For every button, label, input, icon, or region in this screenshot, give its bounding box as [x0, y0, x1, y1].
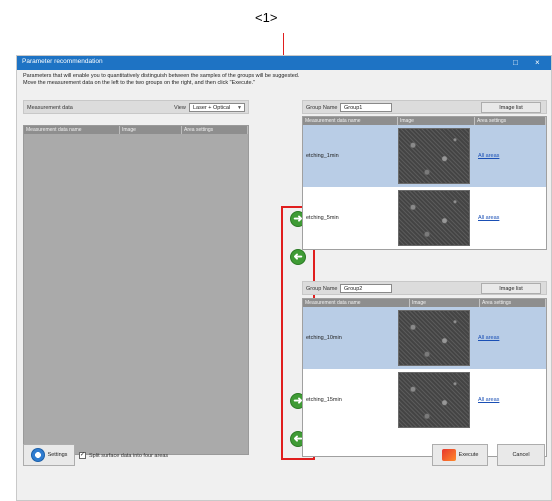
gear-icon	[30, 448, 45, 462]
col-header-image[interactable]: Image	[120, 126, 182, 134]
group1-col-image[interactable]: Image	[398, 117, 475, 125]
maximize-icon[interactable]: □	[513, 57, 518, 69]
view-select[interactable]: Laser + Optical ▼	[189, 103, 245, 112]
group1-list[interactable]: Measurement data name Image Area setting…	[302, 116, 547, 250]
group2-list[interactable]: Measurement data name Image Area setting…	[302, 298, 547, 457]
callout-label: <1>	[255, 10, 278, 25]
table-row[interactable]: etching_10min All areas	[303, 307, 546, 369]
split-four-areas-checkbox[interactable]: ✓	[79, 452, 86, 459]
measurement-data-title: Measurement data	[27, 105, 73, 111]
measurement-thumbnail	[398, 310, 470, 366]
group2-col-image[interactable]: Image	[410, 299, 480, 307]
instructions-line-1: Parameters that will enable you to quant…	[23, 73, 300, 79]
group2-name-input[interactable]: Group2	[340, 284, 392, 293]
execute-icon	[441, 449, 456, 461]
measurement-thumbnail	[398, 372, 470, 428]
settings-label: Settings	[47, 452, 68, 458]
remove-from-group1-button[interactable]: ➜	[290, 249, 306, 265]
group2-name-label: Group Name	[306, 286, 338, 292]
arrow-left-icon: ➜	[293, 251, 303, 263]
settings-button[interactable]: Settings	[23, 444, 75, 466]
cancel-button[interactable]: Cancel	[497, 444, 545, 466]
close-icon[interactable]: ×	[535, 57, 540, 69]
split-four-areas-label: Split surface data into four areas	[89, 453, 169, 459]
title-bar: Parameter recommendation □ ×	[17, 56, 551, 70]
col-header-data-name[interactable]: Measurement data name	[24, 126, 120, 134]
row-data-name: etching_15min	[306, 397, 342, 403]
area-settings-link[interactable]: All areas	[478, 335, 499, 341]
row-data-name: etching_5min	[306, 215, 339, 221]
view-label: View	[174, 105, 186, 111]
measurement-data-header: Measurement data View Laser + Optical ▼	[23, 100, 249, 114]
group1-image-list-button[interactable]: Image list	[481, 102, 541, 113]
execute-label: Execute	[458, 452, 479, 458]
chevron-down-icon: ▼	[237, 105, 242, 111]
group1-col-data-name[interactable]: Measurement data name	[303, 117, 398, 125]
group1-col-area-settings[interactable]: Area settings	[475, 117, 546, 125]
group1-name-label: Group Name	[306, 105, 338, 111]
area-settings-link[interactable]: All areas	[478, 215, 499, 221]
area-settings-link[interactable]: All areas	[478, 153, 499, 159]
window-title: Parameter recommendation	[22, 58, 103, 65]
table-row[interactable]: etching_15min All areas	[303, 369, 546, 431]
table-row[interactable]: etching_1min All areas	[303, 125, 546, 187]
execute-button[interactable]: Execute	[432, 444, 488, 466]
measurement-data-list[interactable]: Measurement data name Image Area setting…	[23, 125, 249, 455]
group1-header: Group Name Group1 Image list	[302, 100, 547, 114]
measurement-thumbnail	[398, 128, 470, 184]
instructions: Parameters that will enable you to quant…	[23, 73, 483, 87]
col-header-area-settings[interactable]: Area settings	[182, 126, 248, 134]
instructions-line-2: Move the measurement data on the left to…	[23, 80, 255, 86]
table-row[interactable]: etching_5min All areas	[303, 187, 546, 249]
group2-col-area-settings[interactable]: Area settings	[480, 299, 546, 307]
group1-name-input[interactable]: Group1	[340, 103, 392, 112]
row-data-name: etching_10min	[306, 335, 342, 341]
group2-header: Group Name Group2 Image list	[302, 281, 547, 295]
parameter-recommendation-dialog: Parameter recommendation □ × Parameters …	[16, 55, 552, 501]
group2-image-list-button[interactable]: Image list	[481, 283, 541, 294]
row-data-name: etching_1min	[306, 153, 339, 159]
measurement-thumbnail	[398, 190, 470, 246]
view-select-value: Laser + Optical	[193, 105, 231, 111]
group2-col-data-name[interactable]: Measurement data name	[303, 299, 410, 307]
area-settings-link[interactable]: All areas	[478, 397, 499, 403]
